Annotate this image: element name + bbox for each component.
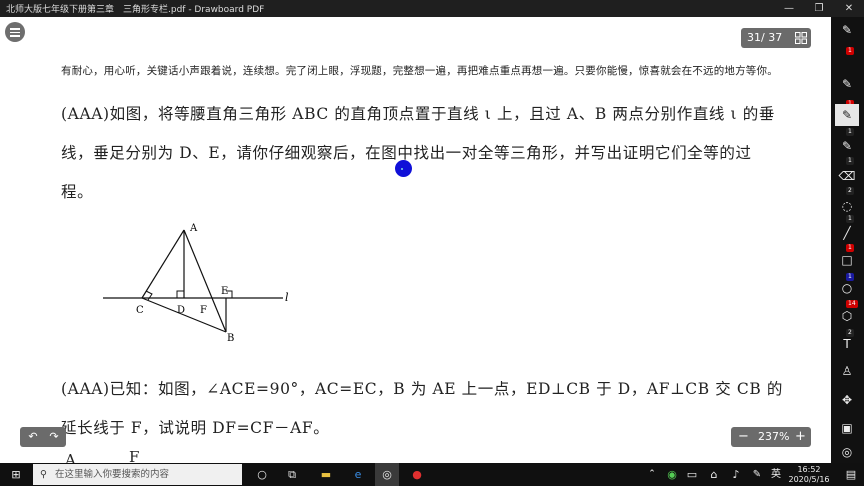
network-icon[interactable]: ⌂ bbox=[706, 463, 722, 486]
rectangle-tool-icon[interactable]: □ bbox=[835, 249, 859, 271]
document-canvas[interactable]: 31/ 37 有耐心，用心听，关键话小声跟着说，连续想。完了闭上眼，浮现题，完整… bbox=[0, 17, 831, 463]
tool-badge: 2 bbox=[846, 187, 854, 195]
next-figure-label-F: F bbox=[129, 448, 140, 463]
label-F: F bbox=[200, 305, 207, 316]
zoom-out-button[interactable]: − bbox=[738, 427, 749, 447]
label-D: D bbox=[177, 305, 185, 316]
lasso-tool-icon[interactable]: ◌ bbox=[835, 195, 859, 217]
stamp-tool-icon[interactable]: ♙ bbox=[835, 360, 859, 382]
zoom-in-button[interactable]: + bbox=[795, 427, 806, 447]
study-tip-text: 有耐心，用心听，关键话小声跟着说，连续想。完了闭上眼，浮现题，完整想一遍，再把难… bbox=[61, 65, 778, 77]
label-line-l: l bbox=[285, 291, 289, 304]
pen-settings-icon[interactable]: ✎ bbox=[835, 19, 859, 41]
pen-tool-icon[interactable]: ✎ bbox=[835, 73, 859, 95]
edge-browser-icon[interactable]: e bbox=[346, 463, 370, 486]
zoom-control: − 237% + bbox=[731, 427, 811, 447]
zoom-level: 237% bbox=[758, 430, 790, 443]
tool-badge: 1 bbox=[846, 47, 854, 55]
minimize-button[interactable]: — bbox=[776, 0, 802, 17]
tool-badge: 1 bbox=[846, 157, 854, 165]
undo-button[interactable]: ↶ bbox=[23, 428, 43, 446]
image-tool-icon[interactable]: ▣ bbox=[835, 417, 859, 439]
annotation-toolbar: ✎ 1 ✎ 1 ✎ 1 ✎ 1 ⌫ 2 ◌ 1 ╱ 1 □ 1 ○ 14 ⬡ 2… bbox=[831, 17, 864, 463]
close-button[interactable]: ✕ bbox=[836, 0, 862, 17]
title-bar: 北师大版七年级下册第三章 三角形专栏.pdf - Drawboard PDF —… bbox=[0, 0, 864, 17]
eraser-tool-icon[interactable]: ⌫ bbox=[835, 165, 859, 187]
next-figure-label-A: A bbox=[65, 451, 76, 463]
taskbar-search-box[interactable]: ⚲ 在这里输入你要搜索的内容 bbox=[33, 464, 242, 485]
notification-center-icon[interactable]: ▤ bbox=[842, 463, 860, 486]
clock-date: 2020/5/16 bbox=[788, 475, 830, 484]
task-view-icon[interactable]: ⧉ bbox=[281, 463, 303, 486]
drawboard-app-icon[interactable]: ◎ bbox=[375, 463, 399, 486]
problem-2-text: (AAA)已知：如图，∠ACE=90°，AC=EC，B 为 AE 上一点，ED⊥… bbox=[61, 380, 783, 437]
search-placeholder: 在这里输入你要搜索的内容 bbox=[55, 469, 170, 480]
tray-app-icon[interactable]: ◉ bbox=[664, 463, 680, 486]
input-method-indicator[interactable]: 英 bbox=[768, 463, 784, 486]
cortana-icon[interactable]: ○ bbox=[251, 463, 273, 486]
pencil-tool-icon[interactable]: ✎ bbox=[835, 135, 859, 157]
ellipse-tool-icon[interactable]: ○ bbox=[835, 277, 859, 299]
file-explorer-icon[interactable]: ▬ bbox=[314, 463, 338, 486]
more-tools-icon[interactable]: ◎ bbox=[835, 441, 859, 463]
polygon-tool-icon[interactable]: ⬡ bbox=[835, 305, 859, 327]
pen-workspace-icon[interactable]: ✎ bbox=[749, 463, 765, 486]
hamburger-menu-button[interactable] bbox=[5, 22, 25, 42]
clock-time: 16:52 bbox=[797, 465, 821, 474]
search-icon: ⚲ bbox=[40, 469, 47, 480]
restore-button[interactable]: ❐ bbox=[806, 0, 832, 17]
page-indicator[interactable]: 31/ 37 bbox=[741, 28, 811, 48]
move-tool-icon[interactable]: ✥ bbox=[835, 389, 859, 411]
undo-redo-bar: ↶ ↷ bbox=[20, 427, 66, 447]
tray-expand-icon[interactable]: ⌃ bbox=[645, 463, 659, 486]
problem-1-text: (AAA)如图，将等腰直角三角形 ABC 的直角顶点置于直线 ι 上，且过 A、… bbox=[61, 105, 775, 201]
windows-start-icon[interactable]: ⊞ bbox=[4, 463, 28, 486]
page-number-text: 31/ 37 bbox=[747, 31, 783, 44]
label-E: E bbox=[221, 286, 228, 297]
triangle-figure: A C D F E B l bbox=[103, 223, 289, 344]
label-A: A bbox=[189, 223, 198, 234]
volume-icon[interactable]: ♪ bbox=[728, 463, 744, 486]
tray-battery-icon[interactable]: ▭ bbox=[684, 463, 700, 486]
windows-taskbar: ⊞ ⚲ 在这里输入你要搜索的内容 ○ ⧉ ▬ e ◎ ● ⌃ ◉ ▭ ⌂ ♪ ✎… bbox=[0, 463, 864, 486]
label-B: B bbox=[227, 333, 234, 344]
system-clock[interactable]: 16:52 2020/5/16 bbox=[784, 465, 834, 485]
text-tool-icon[interactable]: T bbox=[835, 333, 859, 355]
thumbnails-grid-icon[interactable] bbox=[795, 32, 807, 44]
highlighter-tool-icon[interactable]: ✎ bbox=[835, 104, 859, 126]
label-C: C bbox=[136, 305, 144, 316]
pen-cursor bbox=[395, 160, 412, 177]
redo-button[interactable]: ↷ bbox=[44, 428, 64, 446]
recorder-app-icon[interactable]: ● bbox=[405, 463, 429, 486]
window-title: 北师大版七年级下册第三章 三角形专栏.pdf - Drawboard PDF bbox=[6, 5, 265, 15]
line-tool-icon[interactable]: ╱ bbox=[835, 222, 859, 244]
